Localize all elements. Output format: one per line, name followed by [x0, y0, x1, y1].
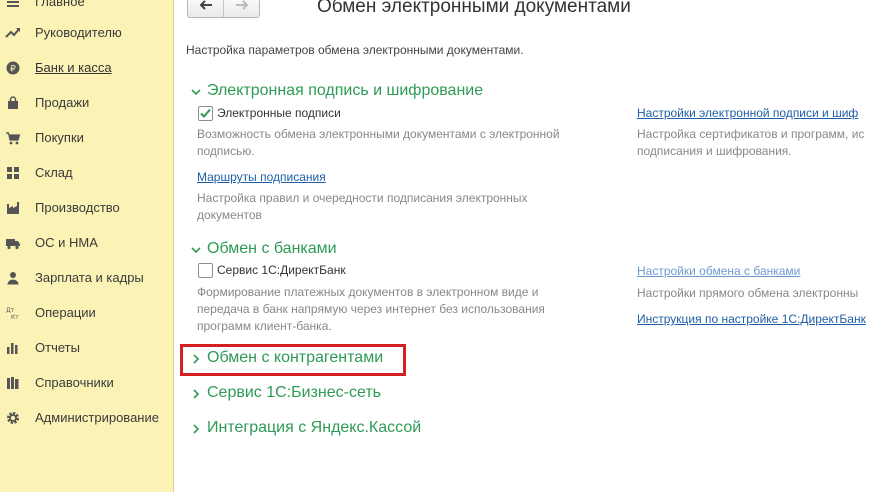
sidebar-item-manager[interactable]: Руководителю	[0, 19, 173, 47]
sidebar-item-label: Справочники	[35, 375, 114, 390]
directbank-manual-link[interactable]: Инструкция по настройке 1С:ДиректБанк	[637, 312, 866, 326]
back-button[interactable]	[188, 0, 223, 17]
gear-icon	[5, 410, 21, 426]
navigation-buttons	[187, 0, 260, 18]
bag-icon	[5, 95, 21, 111]
page-title: Обмен электронными документами	[317, 0, 631, 17]
arrow-right-icon	[235, 0, 249, 15]
sidebar-item-label: Отчеты	[35, 340, 80, 355]
checkmark-icon	[200, 108, 211, 118]
sidebar-item-main[interactable]: Главное	[0, 0, 173, 16]
bank-exchange-description: Настройки прямого обмена электронны	[637, 286, 859, 300]
sidebar: Главное Руководителю ₽ Банк и касса Прод…	[0, 0, 174, 492]
signing-routes-description: Настройка правил и очередности подписани…	[197, 191, 528, 222]
sidebar-item-label: Главное	[35, 0, 85, 9]
sidebar-item-warehouse[interactable]: Склад	[0, 159, 173, 187]
person-icon	[5, 270, 21, 286]
sidebar-item-label: ОС и НМА	[35, 235, 98, 250]
factory-icon	[5, 200, 21, 216]
sidebar-item-label: Руководителю	[35, 25, 122, 40]
signature-checkbox-label[interactable]: Электронные подписи	[217, 106, 341, 120]
directbank-description: Формирование платежных документов в элек…	[197, 285, 545, 333]
signature-settings-link[interactable]: Настройки электронной подписи и шиф	[637, 106, 858, 120]
highlight-frame	[180, 344, 406, 376]
sidebar-item-bank[interactable]: ₽ Банк и касса	[0, 54, 173, 82]
sidebar-item-directories[interactable]: Справочники	[0, 369, 173, 397]
menu-icon	[5, 0, 21, 10]
bank-exchange-settings-link[interactable]: Настройки обмена с банками	[637, 264, 800, 278]
main-content: Обмен электронными документами Настройка…	[174, 0, 872, 492]
sidebar-item-admin[interactable]: Администрирование	[0, 404, 173, 432]
signing-routes-link[interactable]: Маршруты подписания	[197, 170, 326, 184]
ruble-icon: ₽	[5, 60, 21, 76]
dt-kt-icon: Дт Кт	[5, 305, 21, 321]
svg-text:Дт: Дт	[6, 307, 15, 314]
cart-icon	[5, 130, 21, 146]
sidebar-item-salary[interactable]: Зарплата и кадры	[0, 264, 173, 292]
sidebar-item-assets[interactable]: ОС и НМА	[0, 229, 173, 257]
sidebar-item-production[interactable]: Производство	[0, 194, 173, 222]
arrow-left-icon	[199, 0, 213, 15]
section-title: Интеграция с Яндекс.Кассой	[207, 419, 422, 436]
sidebar-item-label: Банк и касса	[35, 60, 112, 75]
svg-text:Кт: Кт	[11, 314, 19, 320]
signature-checkbox[interactable]	[198, 106, 213, 121]
sidebar-item-label: Администрирование	[35, 410, 159, 425]
chevron-down-icon	[191, 89, 201, 96]
signature-settings-description: Настройка сертификатов и программ, ис по…	[637, 127, 865, 158]
chevron-down-icon	[191, 247, 201, 254]
sidebar-item-label: Склад	[35, 165, 73, 180]
intro-text: Настройка параметров обмена электронными…	[186, 43, 524, 57]
forward-button[interactable]	[223, 0, 259, 17]
trend-icon	[5, 25, 21, 41]
sidebar-item-label: Производство	[35, 200, 120, 215]
sidebar-item-label: Покупки	[35, 130, 84, 145]
directbank-checkbox-label[interactable]: Сервис 1С:ДиректБанк	[217, 263, 346, 277]
section-title: Обмен с банками	[207, 240, 337, 257]
sidebar-item-label: Зарплата и кадры	[35, 270, 144, 285]
grid-icon	[5, 165, 21, 181]
books-icon	[5, 375, 21, 391]
sidebar-item-label: Операции	[35, 305, 96, 320]
chevron-right-icon	[193, 424, 200, 434]
chevron-right-icon	[193, 389, 200, 399]
sidebar-item-purchases[interactable]: Покупки	[0, 124, 173, 152]
bar-chart-icon	[5, 340, 21, 356]
sidebar-item-label: Продажи	[35, 95, 90, 110]
sidebar-item-operations[interactable]: Дт Кт Операции	[0, 299, 173, 327]
svg-text:₽: ₽	[10, 65, 16, 75]
section-title: Электронная подпись и шифрование	[207, 82, 484, 99]
directbank-checkbox[interactable]	[198, 263, 213, 278]
sidebar-item-sales[interactable]: Продажи	[0, 89, 173, 117]
signature-description: Возможность обмена электронными документ…	[197, 127, 560, 158]
sidebar-item-reports[interactable]: Отчеты	[0, 334, 173, 362]
section-title: Сервис 1С:Бизнес-сеть	[207, 384, 381, 401]
truck-icon	[5, 235, 21, 251]
